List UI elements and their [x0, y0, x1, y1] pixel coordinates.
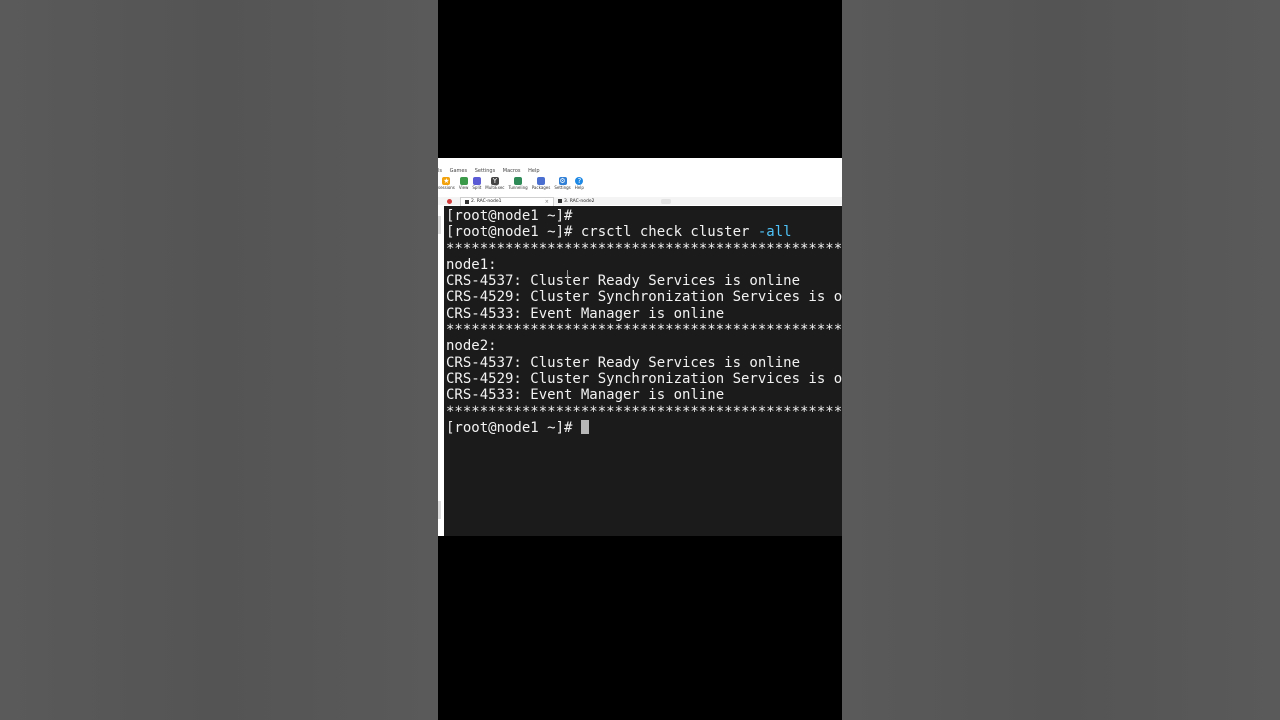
new-tab-button[interactable]	[660, 198, 671, 204]
terminal-prompt-line: [root@node1 ~]#	[446, 419, 842, 436]
packages-button[interactable]: Packages	[532, 176, 550, 191]
menu-item[interactable]: Macros	[503, 167, 521, 176]
gutter-marker	[438, 501, 441, 519]
command-flag: -all	[757, 224, 792, 241]
terminal-icon	[558, 199, 562, 203]
terminal-line: CRS-4533: Event Manager is online	[446, 305, 725, 322]
video-frame: ls Games Settings Macros Help ★ sessions…	[438, 0, 842, 720]
terminal-line: node2:	[446, 338, 497, 355]
terminal-line: CRS-4537: Cluster Ready Services is onli…	[446, 273, 801, 290]
tab-rac-node2[interactable]: 3. RAC-node2	[554, 197, 599, 205]
menu-bar: ls Games Settings Macros Help	[438, 167, 842, 176]
terminal-line: ****************************************…	[446, 322, 842, 339]
menu-item[interactable]: Help	[528, 167, 539, 176]
multiexec-icon: Y	[490, 177, 499, 185]
terminal-line: [root@node1 ~]#	[446, 208, 573, 224]
terminal-line: ****************************************…	[446, 240, 842, 257]
left-backdrop	[0, 0, 438, 720]
terminal-text: [root@node1 ~]# [root@node1 ~]# crsctl ch…	[446, 208, 842, 436]
star-icon: ★	[442, 177, 451, 185]
menu-item[interactable]: Settings	[475, 167, 496, 176]
text-cursor	[580, 419, 589, 434]
settings-icon: ⚙	[558, 177, 567, 185]
terminal-line: ****************************************…	[446, 403, 842, 420]
terminal-line: CRS-4529: Cluster Synchronization Servic…	[446, 370, 842, 387]
session-tab-bar: 2. RAC-node1 × 3. RAC-node2	[438, 196, 842, 206]
gutter-marker	[438, 216, 441, 234]
packages-icon	[537, 177, 546, 185]
view-icon	[459, 177, 468, 185]
multiexec-button[interactable]: Y MultiExec	[485, 176, 504, 191]
help-icon: ?	[575, 177, 584, 185]
home-icon	[446, 198, 452, 204]
split-icon	[472, 177, 481, 185]
terminal-command-line: [root@node1 ~]# crsctl check cluster -al…	[446, 224, 842, 240]
terminal-icon	[465, 199, 469, 204]
tab-label: 3. RAC-node2	[564, 198, 595, 204]
tab-label: 2. RAC-node1	[471, 199, 502, 204]
help-button[interactable]: ? Help	[575, 176, 584, 191]
settings-button[interactable]: ⚙ Settings	[554, 176, 571, 191]
mouse-ibeam-cursor	[567, 270, 568, 280]
home-tab[interactable]	[438, 197, 460, 205]
sessions-button[interactable]: ★ sessions	[438, 176, 455, 191]
tunneling-icon	[514, 177, 523, 185]
terminal-app-window: ls Games Settings Macros Help ★ sessions…	[438, 158, 842, 536]
terminal-line: node1:	[446, 256, 497, 273]
terminal-line: CRS-4537: Cluster Ready Services is onli…	[446, 354, 801, 371]
menu-item[interactable]: Games	[450, 167, 468, 176]
terminal-line: CRS-4533: Event Manager is online	[446, 387, 725, 404]
toolbar: ★ sessions View Split Y MultiExec Tunnel…	[438, 176, 842, 196]
tab-rac-node1[interactable]: 2. RAC-node1 ×	[460, 196, 554, 206]
prompt-text: [root@node1 ~]#	[446, 419, 581, 436]
split-button[interactable]: Split	[472, 176, 481, 191]
view-button[interactable]: View	[459, 176, 468, 191]
terminal-line: CRS-4529: Cluster Synchronization Servic…	[446, 289, 842, 306]
right-backdrop	[842, 0, 1280, 720]
tunneling-button[interactable]: Tunneling	[508, 176, 528, 191]
close-icon[interactable]: ×	[545, 199, 549, 205]
terminal-output[interactable]: [root@node1 ~]# [root@node1 ~]# crsctl ch…	[444, 206, 842, 536]
menu-item[interactable]: ls	[438, 167, 442, 176]
command-text: [root@node1 ~]# crsctl check cluster	[446, 224, 758, 241]
